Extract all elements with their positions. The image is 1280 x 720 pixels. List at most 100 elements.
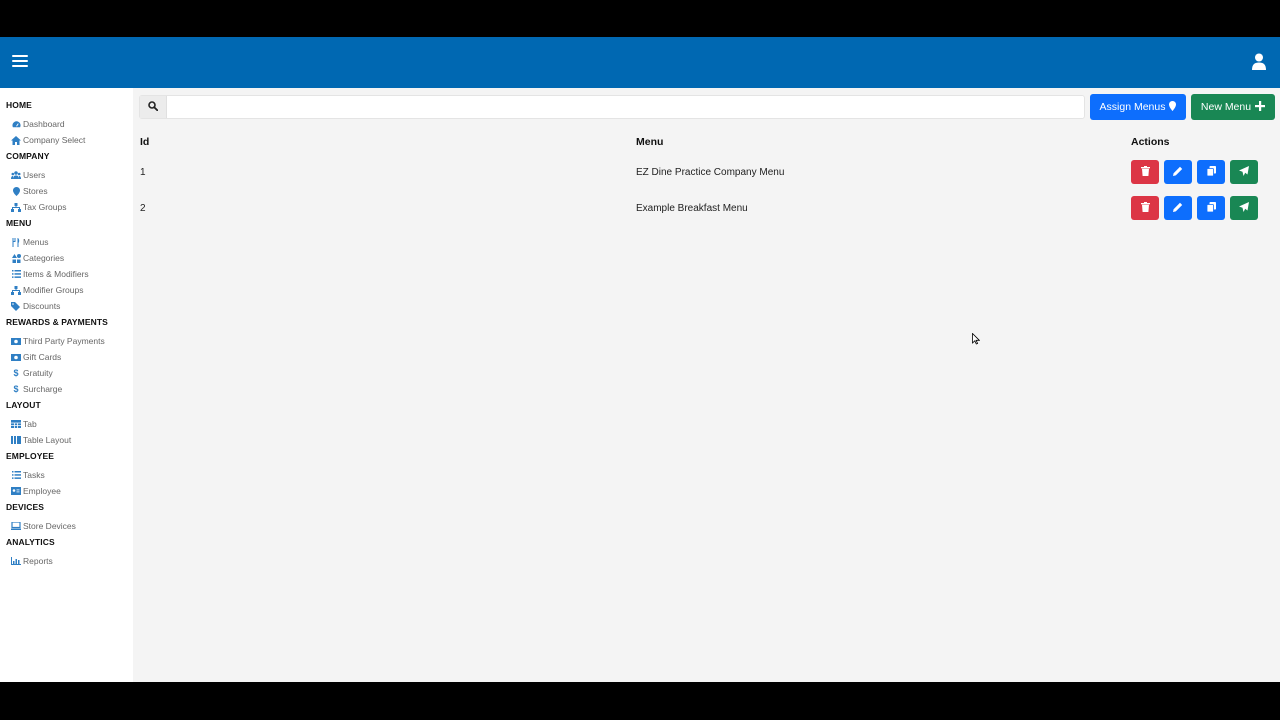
edit-button[interactable]	[1164, 196, 1192, 220]
sidebar-item-discounts[interactable]: Discounts	[0, 298, 133, 314]
sidebar-item-label: Employee	[23, 486, 61, 496]
chart-icon	[11, 557, 21, 566]
top-navbar	[0, 37, 1280, 88]
map-pin-icon	[11, 186, 21, 196]
sidebar-section-home: HOME	[6, 100, 32, 110]
copy-icon	[1206, 165, 1216, 179]
sidebar-item-surcharge[interactable]: $ Surcharge	[0, 381, 133, 397]
send-button[interactable]	[1230, 160, 1258, 184]
sidebar-item-label: Company Select	[23, 135, 86, 145]
sitemap-icon	[11, 202, 21, 212]
paper-plane-icon	[1239, 165, 1249, 179]
letterbox-bottom	[0, 682, 1280, 720]
pencil-icon	[1173, 202, 1183, 215]
copy-button[interactable]	[1197, 196, 1225, 220]
sidebar: HOME Dashboard Company Select COMPANY Us…	[0, 88, 133, 682]
app-window: HOME Dashboard Company Select COMPANY Us…	[0, 37, 1280, 682]
search-bar	[139, 95, 1085, 119]
dollar-icon: $	[13, 384, 19, 394]
menus-table: Id Menu Actions 1 EZ Dine Practice Compa…	[136, 130, 1275, 226]
sidebar-item-label: Dashboard	[23, 119, 65, 129]
delete-button[interactable]	[1131, 196, 1159, 220]
sidebar-item-label: Reports	[23, 556, 53, 566]
sidebar-item-users[interactable]: Users	[0, 167, 133, 183]
sidebar-item-items-modifiers[interactable]: Items & Modifiers	[0, 266, 133, 282]
sidebar-item-gratuity[interactable]: $ Gratuity	[0, 365, 133, 381]
sidebar-section-analytics: ANALYTICS	[6, 537, 55, 547]
sidebar-item-reports[interactable]: Reports	[0, 553, 133, 569]
sidebar-section-employee: EMPLOYEE	[6, 451, 55, 461]
search-button[interactable]	[140, 96, 167, 118]
sidebar-item-label: Tax Groups	[23, 202, 67, 212]
table-icon	[11, 420, 21, 429]
sidebar-item-stores[interactable]: Stores	[0, 183, 133, 199]
sidebar-item-tasks[interactable]: Tasks	[0, 467, 133, 483]
sidebar-item-table-layout[interactable]: Table Layout	[0, 432, 133, 448]
assign-menus-button[interactable]: Assign Menus	[1090, 94, 1186, 120]
new-menu-label: New Menu	[1200, 101, 1252, 113]
new-menu-button[interactable]: New Menu	[1191, 94, 1275, 120]
columns-icon	[11, 436, 21, 445]
sidebar-item-dashboard[interactable]: Dashboard	[0, 116, 133, 132]
map-marker-icon	[1169, 100, 1177, 114]
dollar-icon: $	[13, 368, 19, 378]
cell-menu: Example Breakfast Menu	[636, 202, 748, 214]
sidebar-item-gift-cards[interactable]: Gift Cards	[0, 349, 133, 365]
send-button[interactable]	[1230, 196, 1258, 220]
cell-actions	[1127, 190, 1275, 226]
list-icon	[11, 270, 21, 279]
sidebar-item-label: Surcharge	[23, 384, 63, 394]
sidebar-item-third-party-payments[interactable]: Third Party Payments	[0, 333, 133, 349]
search-input[interactable]	[168, 96, 1083, 118]
cell-menu: EZ Dine Practice Company Menu	[636, 166, 785, 178]
trash-icon	[1140, 165, 1150, 179]
money-icon	[11, 337, 21, 346]
main-content: Assign Menus New Menu Id Menu Actions 1 …	[133, 88, 1280, 682]
copy-icon	[1206, 201, 1216, 215]
sidebar-item-company-select[interactable]: Company Select	[0, 132, 133, 148]
tasks-icon	[11, 471, 21, 480]
sidebar-item-label: Users	[23, 170, 46, 180]
home-icon	[11, 135, 21, 145]
utensils-icon	[11, 237, 21, 247]
money-icon	[11, 353, 21, 362]
mouse-cursor-icon	[972, 332, 981, 345]
users-icon	[11, 171, 21, 180]
sidebar-item-label: Store Devices	[23, 521, 76, 531]
hamburger-menu-icon[interactable]	[12, 55, 28, 69]
trash-icon	[1140, 201, 1150, 215]
pencil-icon	[1173, 166, 1183, 179]
sitemap-icon	[11, 285, 21, 295]
sidebar-item-label: Modifier Groups	[23, 285, 84, 295]
sidebar-item-label: Gratuity	[23, 368, 53, 378]
paper-plane-icon	[1239, 201, 1249, 215]
table-header-row: Id Menu Actions	[136, 130, 1275, 154]
tags-icon	[11, 301, 21, 311]
sidebar-section-rewards-payments: REWARDS & PAYMENTS	[6, 317, 108, 327]
sidebar-item-label: Items & Modifiers	[23, 269, 89, 279]
cell-id: 2	[140, 202, 146, 214]
table-row: 2 Example Breakfast Menu	[136, 190, 1275, 226]
delete-button[interactable]	[1131, 160, 1159, 184]
sidebar-item-menus[interactable]: Menus	[0, 234, 133, 250]
copy-button[interactable]	[1197, 160, 1225, 184]
shapes-icon	[11, 253, 21, 263]
column-header-actions: Actions	[1131, 136, 1170, 148]
sidebar-item-store-devices[interactable]: Store Devices	[0, 518, 133, 534]
sidebar-item-tax-groups[interactable]: Tax Groups	[0, 199, 133, 215]
sidebar-section-layout: LAYOUT	[6, 400, 41, 410]
sidebar-item-categories[interactable]: Categories	[0, 250, 133, 266]
user-icon[interactable]	[1252, 53, 1266, 70]
sidebar-item-label: Gift Cards	[23, 352, 62, 362]
sidebar-item-tab[interactable]: Tab	[0, 416, 133, 432]
edit-button[interactable]	[1164, 160, 1192, 184]
assign-menus-label: Assign Menus	[1099, 101, 1166, 113]
sidebar-item-label: Table Layout	[23, 435, 72, 445]
sidebar-section-company: COMPANY	[6, 151, 50, 161]
sidebar-item-label: Third Party Payments	[23, 336, 105, 346]
sidebar-item-modifier-groups[interactable]: Modifier Groups	[0, 282, 133, 298]
sidebar-item-employee[interactable]: Employee	[0, 483, 133, 499]
letterbox-top	[0, 0, 1280, 37]
search-icon	[148, 98, 159, 116]
sidebar-section-menu: MENU	[6, 218, 32, 228]
